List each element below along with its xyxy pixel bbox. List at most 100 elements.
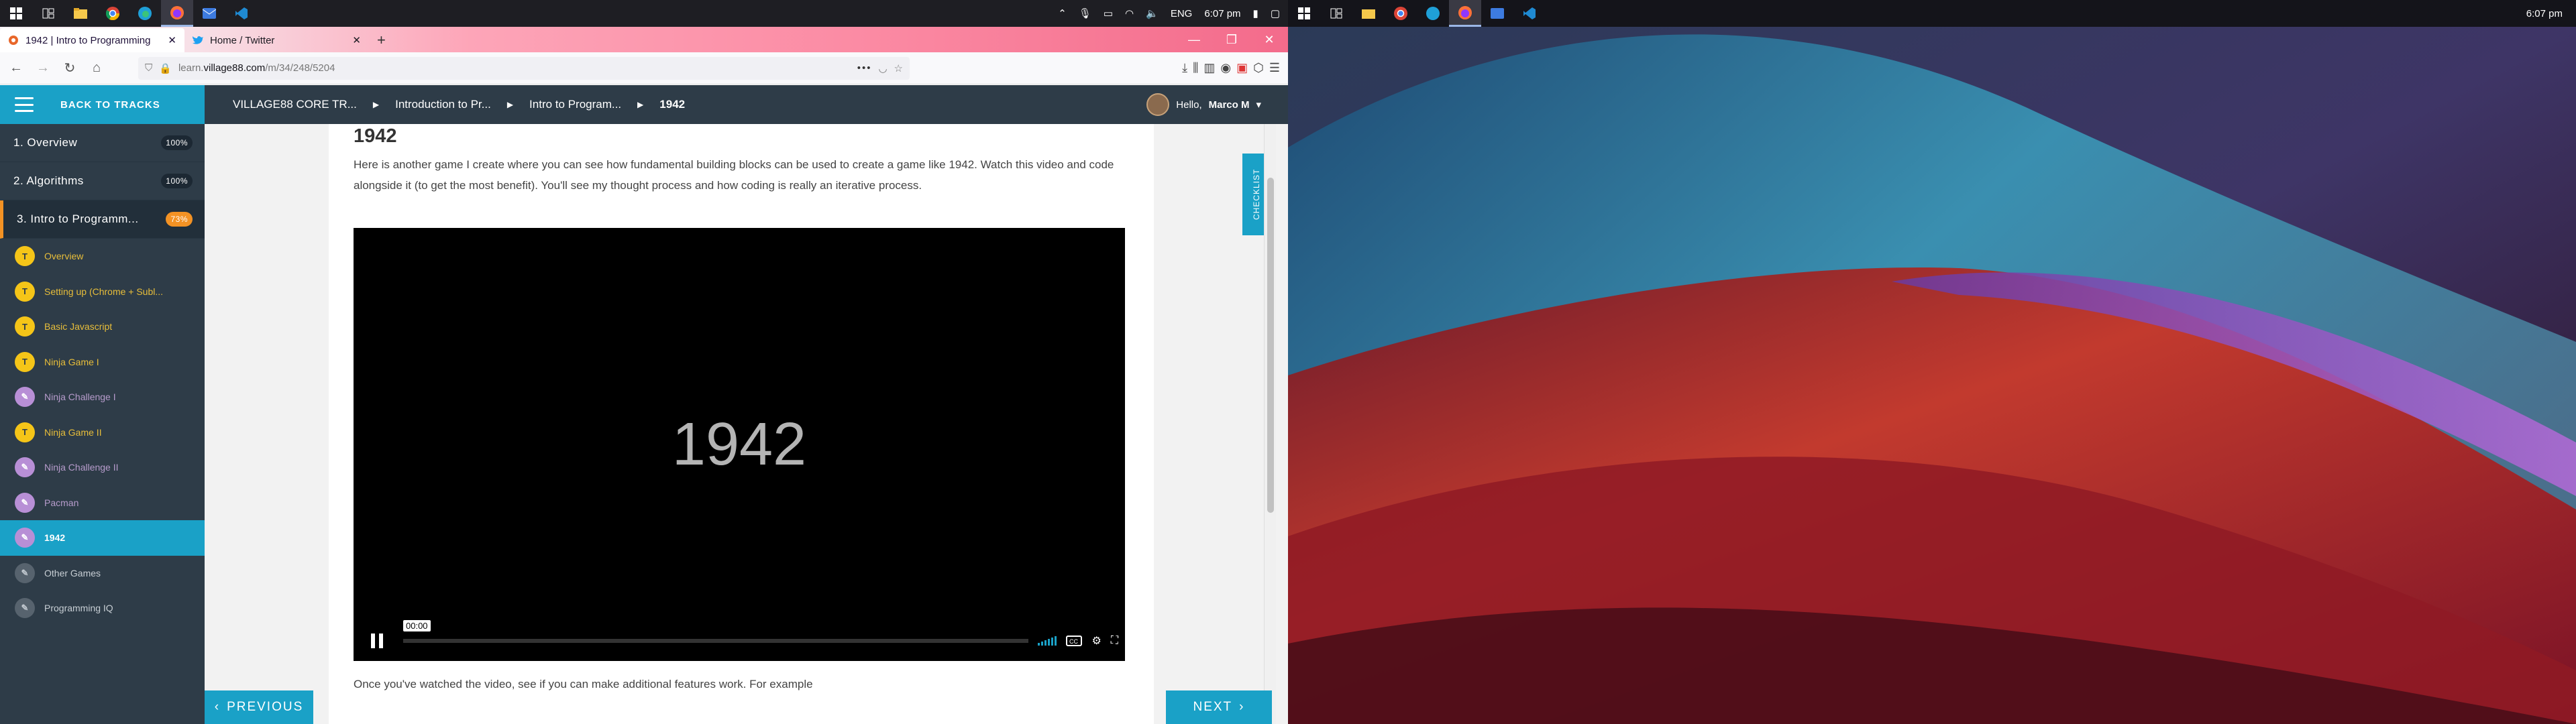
back-arrow-icon[interactable]: ←: [4, 56, 28, 80]
windows-start-icon[interactable]: [0, 0, 32, 27]
mail-icon[interactable]: [193, 0, 225, 27]
twitter-favicon-icon: [193, 36, 203, 45]
library-icon[interactable]: ⫼: [1193, 61, 1198, 75]
mail-icon[interactable]: [1481, 0, 1513, 27]
chevron-up-icon[interactable]: ⌃: [1058, 7, 1067, 19]
browser-tab-active[interactable]: 1942 | Intro to Programming ✕: [0, 28, 184, 52]
home-icon[interactable]: ⌂: [85, 56, 109, 80]
volume-level-icon[interactable]: [1038, 636, 1057, 646]
browser-tab[interactable]: Home / Twitter ✕: [184, 28, 369, 52]
volume-icon[interactable]: 🔈: [1146, 7, 1159, 19]
next-button[interactable]: NEXT ›: [1166, 690, 1272, 724]
previous-button[interactable]: ‹ PREVIOUS: [205, 690, 313, 724]
close-tab-icon[interactable]: ✕: [168, 34, 176, 46]
video-progress-bar[interactable]: 00:00: [403, 620, 1029, 643]
lesson-description: Here is another game I create where you …: [354, 158, 1114, 192]
minimize-icon[interactable]: —: [1175, 27, 1213, 52]
hamburger-icon[interactable]: [15, 97, 34, 112]
sidebar-toggle-icon[interactable]: ▥: [1203, 61, 1215, 75]
sidebar-item-overview[interactable]: T Overview: [0, 239, 205, 274]
edge-icon[interactable]: [1417, 0, 1449, 27]
sidebar-item-programming-iq[interactable]: ✎ Programming IQ: [0, 591, 205, 626]
settings-gear-icon[interactable]: ⚙: [1091, 634, 1101, 648]
scrollbar[interactable]: [1264, 124, 1276, 724]
greeting: Hello,: [1176, 99, 1202, 111]
breadcrumb: VILLAGE88 CORE TR... ▶ Introduction to P…: [205, 85, 1288, 124]
file-explorer-icon[interactable]: [1352, 0, 1385, 27]
close-window-icon[interactable]: ✕: [1250, 27, 1288, 52]
browser-navbar: ← → ↻ ⌂ ⛉ 🔒 learn.village88.com/m/34/248…: [0, 52, 1288, 84]
file-explorer-icon[interactable]: [64, 0, 97, 27]
pause-icon[interactable]: [360, 627, 394, 654]
battery-icon[interactable]: ▭: [1104, 7, 1113, 19]
user-menu[interactable]: Hello, Marco M ▾: [1146, 93, 1288, 116]
url-bar[interactable]: ⛉ 🔒 learn.village88.com/m/34/248/5204 ••…: [138, 56, 910, 80]
user-name: Marco M: [1208, 99, 1250, 111]
breadcrumb-item[interactable]: VILLAGE88 CORE TR...: [233, 98, 357, 111]
reload-icon[interactable]: ↻: [58, 56, 82, 80]
menu-icon[interactable]: ☰: [1269, 61, 1280, 75]
language-indicator[interactable]: ENG: [1171, 8, 1193, 19]
chrome-icon[interactable]: [1385, 0, 1417, 27]
fullscreen-icon[interactable]: ⛶: [1111, 635, 1118, 647]
taskbar-clock[interactable]: 6:07 pm: [1204, 8, 1240, 19]
meet-now-icon[interactable]: ▮: [1253, 7, 1258, 19]
task-view-icon[interactable]: [1320, 0, 1352, 27]
windows-start-icon[interactable]: [1288, 0, 1320, 27]
sidebar-item-ninja-challenge-2[interactable]: ✎ Ninja Challenge II: [0, 450, 205, 485]
scrollbar-thumb[interactable]: [1267, 178, 1274, 513]
sidebar-item-ninja-game-1[interactable]: T Ninja Game I: [0, 345, 205, 380]
video-timestamp: 00:00: [403, 620, 431, 631]
back-to-tracks-button[interactable]: BACK TO TRACKS: [0, 85, 205, 124]
section-label: 3. Intro to Programm...: [17, 213, 139, 225]
firefox-icon[interactable]: [1449, 0, 1481, 27]
sidebar-item-basic-javascript[interactable]: T Basic Javascript: [0, 309, 205, 345]
text-lesson-icon: T: [15, 281, 35, 302]
account-icon[interactable]: ◉: [1220, 61, 1231, 75]
bookmark-star-icon[interactable]: ☆: [894, 62, 903, 74]
item-label: 1942: [44, 532, 66, 544]
sidebar-section-algorithms[interactable]: 2. Algorithms 100%: [0, 162, 205, 200]
sidebar-item-ninja-challenge-1[interactable]: ✎ Ninja Challenge I: [0, 379, 205, 415]
pocket-icon[interactable]: ◡: [878, 62, 887, 74]
notifications-icon[interactable]: ▢: [1271, 7, 1280, 19]
pencil-icon: ✎: [15, 528, 35, 548]
shield-icon[interactable]: ⛉: [145, 62, 152, 74]
forward-arrow-icon[interactable]: →: [31, 56, 55, 80]
taskbar-clock[interactable]: 6:07 pm: [2526, 8, 2576, 19]
item-label: Overview: [44, 251, 84, 262]
extension-icon[interactable]: ▣: [1236, 61, 1248, 75]
sidebar-section-overview[interactable]: 1. Overview 100%: [0, 124, 205, 162]
video-title-card: 1942: [672, 410, 807, 478]
download-icon[interactable]: ⤓: [1182, 61, 1187, 75]
vscode-icon[interactable]: [225, 0, 258, 27]
breadcrumb-item[interactable]: Intro to Program...: [529, 98, 621, 111]
page-actions-icon[interactable]: •••: [857, 62, 872, 74]
edge-icon[interactable]: [129, 0, 161, 27]
chrome-icon[interactable]: [97, 0, 129, 27]
chevron-left-icon: ‹: [214, 700, 221, 714]
sidebar-section-intro-programming[interactable]: 3. Intro to Programm... 73%: [0, 200, 205, 239]
section-label: 1. Overview: [13, 136, 78, 149]
wifi-icon[interactable]: ◠: [1125, 7, 1134, 19]
close-tab-icon[interactable]: ✕: [352, 34, 361, 46]
pencil-icon: ✎: [15, 457, 35, 478]
extension-icon[interactable]: ⬡: [1253, 61, 1264, 75]
new-tab-button[interactable]: +: [369, 28, 394, 52]
closed-captions-icon[interactable]: CC: [1066, 636, 1083, 646]
vscode-icon[interactable]: [1513, 0, 1546, 27]
breadcrumb-item[interactable]: Introduction to Pr...: [395, 98, 491, 111]
firefox-icon[interactable]: [161, 0, 193, 27]
lock-icon[interactable]: 🔒: [159, 62, 172, 74]
item-label: Basic Javascript: [44, 321, 113, 333]
sidebar-item-setting-up[interactable]: T Setting up (Chrome + Subl...: [0, 274, 205, 310]
video-player[interactable]: 1942 00:00 CC ⚙ ⛶: [354, 228, 1125, 661]
sidebar-item-other-games[interactable]: ✎ Other Games: [0, 556, 205, 591]
maximize-icon[interactable]: ❐: [1213, 27, 1250, 52]
sidebar-item-pacman[interactable]: ✎ Pacman: [0, 485, 205, 521]
sidebar-item-ninja-game-2[interactable]: T Ninja Game II: [0, 415, 205, 450]
task-view-icon[interactable]: [32, 0, 64, 27]
microphone-icon[interactable]: 🎙: [1079, 7, 1091, 19]
course-sidebar: BACK TO TRACKS 1. Overview 100% 2. Algor…: [0, 85, 205, 724]
sidebar-item-1942[interactable]: ✎ 1942: [0, 520, 205, 556]
